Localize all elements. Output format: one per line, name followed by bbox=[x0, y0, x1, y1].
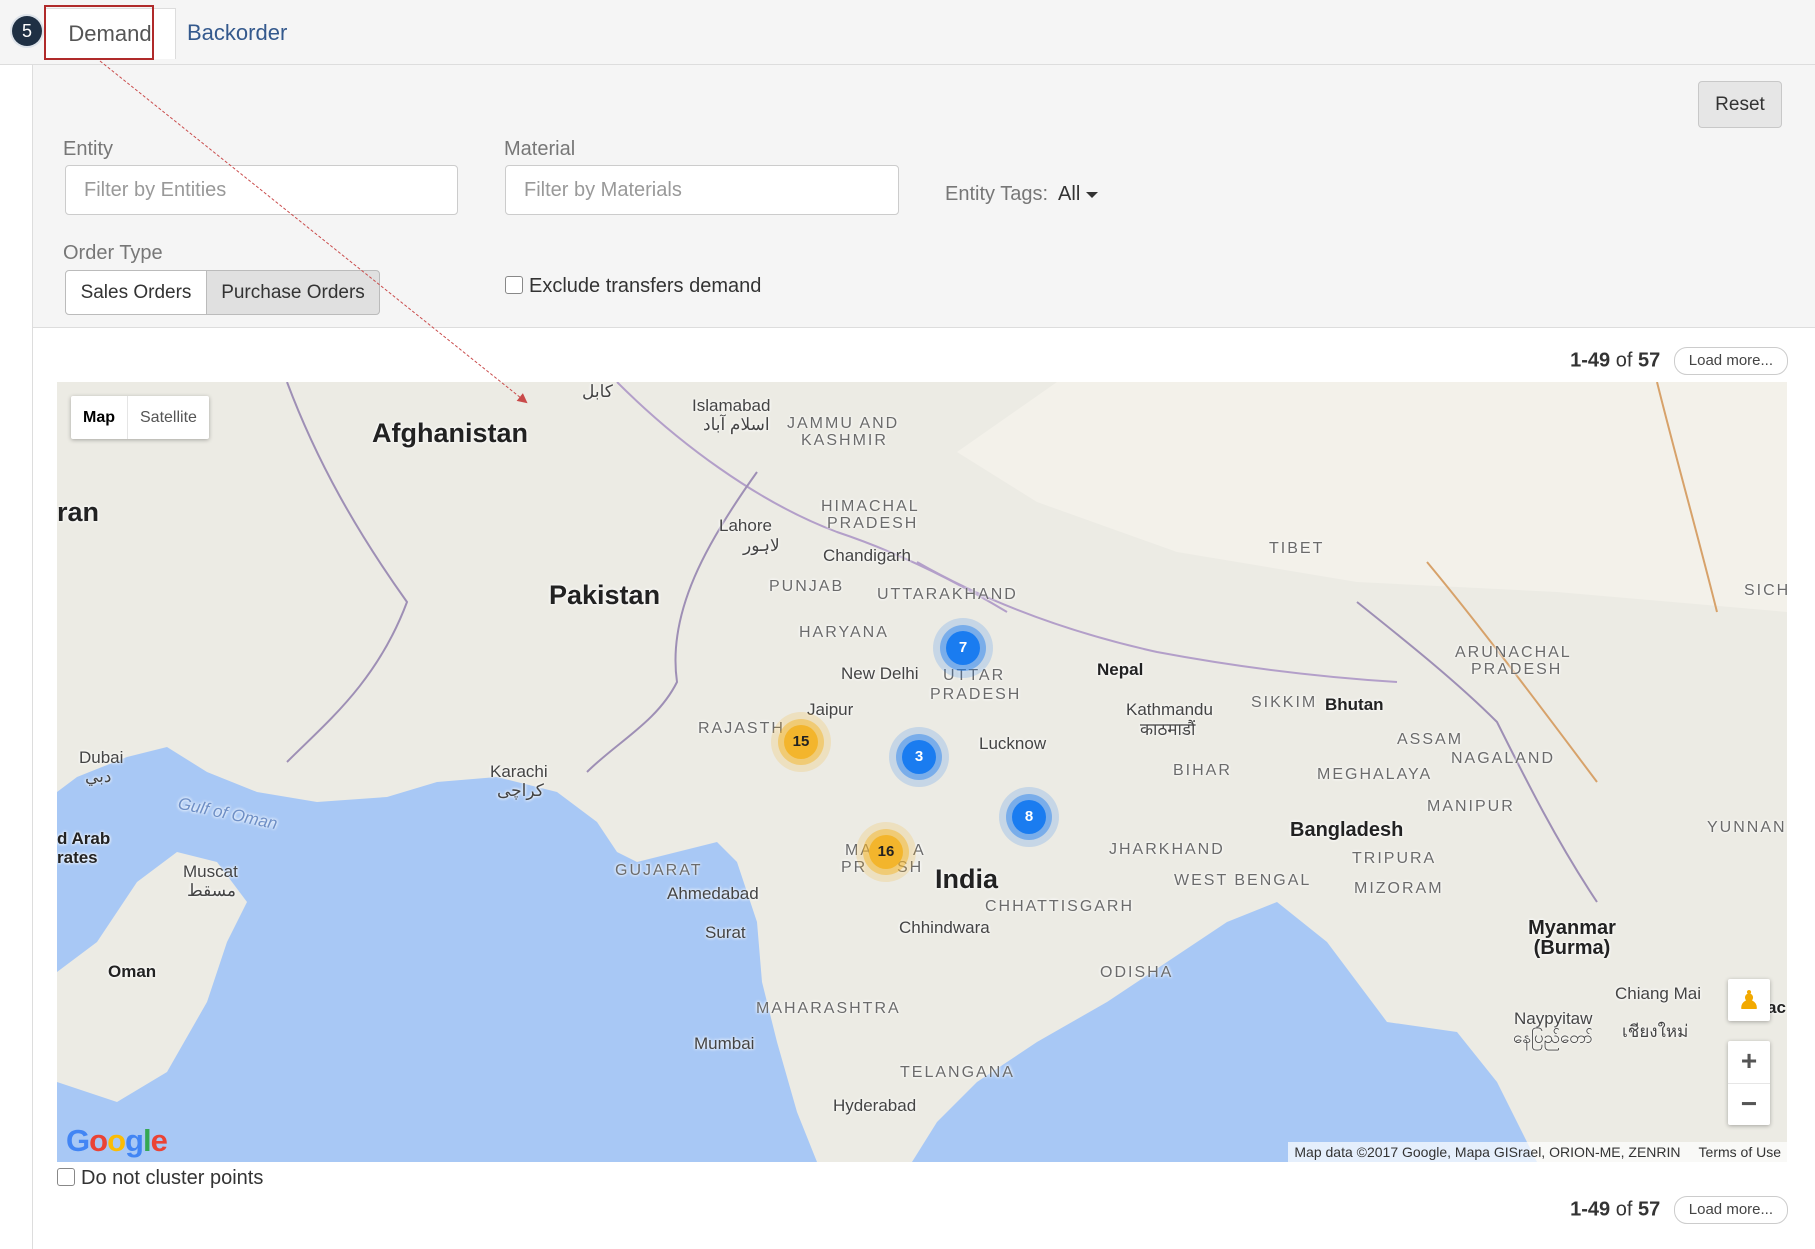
cluster-toggle-checkbox[interactable] bbox=[57, 1168, 75, 1186]
cluster-toggle-label: Do not cluster points bbox=[81, 1167, 264, 1189]
load-more-button[interactable]: Load more... bbox=[1673, 1196, 1788, 1224]
page-total: 57 bbox=[1637, 1198, 1661, 1221]
annotation-arrow bbox=[99, 60, 528, 404]
cluster-toggle-row[interactable]: Do not cluster points bbox=[57, 1167, 263, 1190]
page-range: 1-49 bbox=[1570, 1198, 1611, 1221]
page-of: of bbox=[1615, 1198, 1633, 1221]
pagination-bottom: 1-49 of 57 Load more... bbox=[1570, 1196, 1788, 1224]
